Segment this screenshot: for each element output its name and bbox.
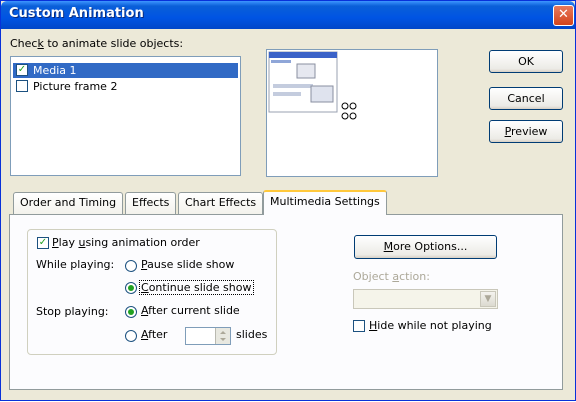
preview-button[interactable]: Preview (489, 120, 563, 143)
tab-multimedia-settings[interactable]: Multimedia Settings (263, 190, 387, 215)
pause-slide-show-radio[interactable] (125, 260, 137, 272)
after-slides-radio[interactable] (125, 330, 137, 342)
after-current-slide-radio[interactable] (125, 306, 137, 318)
slides-count-spinner[interactable] (185, 327, 231, 345)
up-down-arrow-icon (220, 331, 226, 341)
spinner-arrows-icon[interactable] (215, 328, 230, 344)
checkbox-icon[interactable] (16, 80, 28, 92)
close-button[interactable]: ✕ (553, 5, 574, 26)
list-item-picture-frame-2[interactable]: Picture frame 2 (13, 79, 238, 94)
list-item-label: Media 1 (33, 64, 77, 77)
tab-effects[interactable]: Effects (125, 192, 177, 214)
object-list[interactable]: ✓ Media 1 Picture frame 2 (10, 56, 241, 176)
play-using-order-checkbox[interactable]: ✓ (37, 237, 49, 249)
play-using-order-label: Play using animation order (52, 236, 200, 249)
more-options-button[interactable]: More Options... (354, 235, 497, 259)
slide-thumbnail-image (268, 51, 357, 120)
after-label: After (141, 328, 168, 341)
ok-button[interactable]: OK (489, 50, 563, 73)
object-action-label: Object action: (353, 270, 430, 283)
dropdown-arrow-icon[interactable]: ▼ (480, 291, 496, 307)
continue-slide-show-label: Continue slide show (139, 280, 254, 295)
pause-slide-show-label: Pause slide show (141, 258, 235, 271)
while-playing-label: While playing: (36, 258, 115, 271)
object-list-label: Check to animate slide objects: (10, 37, 184, 50)
slide-preview (266, 49, 438, 177)
continue-slide-show-radio[interactable] (125, 282, 137, 294)
slides-label: slides (236, 328, 268, 341)
stop-playing-label: Stop playing: (36, 305, 109, 318)
list-item-media-1[interactable]: ✓ Media 1 (13, 63, 238, 78)
tab-order-and-timing[interactable]: Order and Timing (13, 192, 124, 214)
title-bar[interactable]: Custom Animation ✕ (1, 1, 575, 29)
tab-chart-effects[interactable]: Chart Effects (178, 192, 264, 214)
hide-while-not-playing-label: Hide while not playing (369, 319, 492, 332)
hide-while-not-playing-checkbox[interactable] (353, 320, 365, 332)
after-current-slide-label: After current slide (141, 304, 240, 317)
object-action-dropdown[interactable]: ▼ (353, 289, 498, 309)
check-icon[interactable]: ✓ (16, 64, 28, 76)
cancel-button[interactable]: Cancel (489, 87, 563, 110)
window-title: Custom Animation (9, 6, 144, 21)
list-item-label: Picture frame 2 (33, 80, 118, 93)
